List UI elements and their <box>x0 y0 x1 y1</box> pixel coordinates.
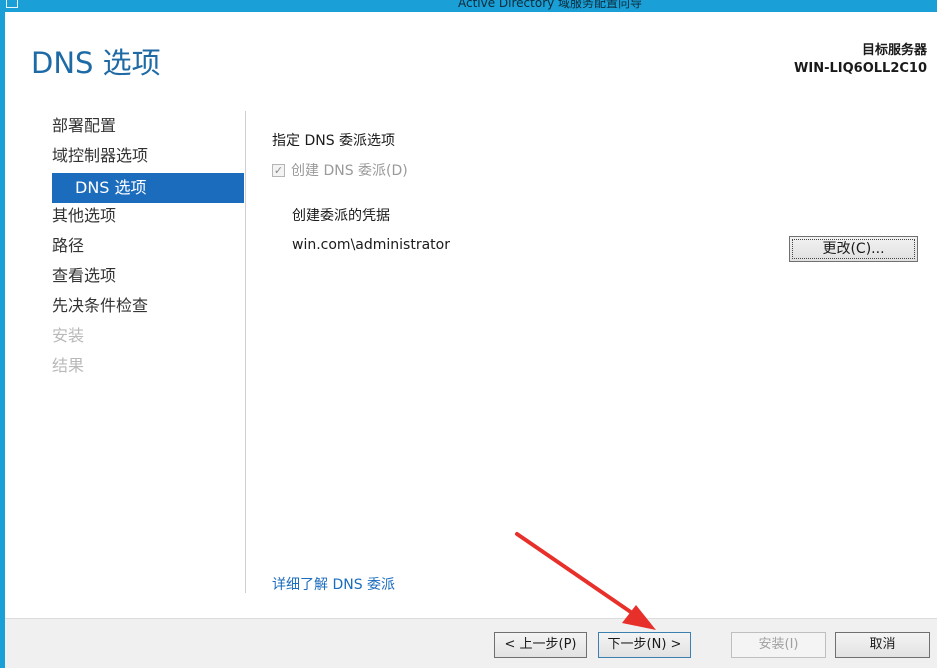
window-left-border <box>0 12 5 668</box>
previous-button[interactable]: < 上一步(P) <box>494 632 587 658</box>
nav-item-results: 结果 <box>52 356 85 375</box>
nav-item-additional-options[interactable]: 其他选项 <box>52 203 244 233</box>
nav-item-installation: 安装 <box>52 326 85 345</box>
window-title: Active Directory 域服务配置向导 <box>458 0 643 10</box>
nav-item-deployment-config[interactable]: 部署配置 <box>52 113 244 143</box>
create-dns-delegation-label: 创建 DNS 委派(D) <box>291 163 408 179</box>
nav-item-prerequisites-check[interactable]: 先决条件检查 <box>52 293 244 323</box>
wizard-nav: 部署配置 域控制器选项 DNS 选项 其他选项 路径 查看选项 先决条件检查 安… <box>52 113 244 383</box>
section-label: 指定 DNS 委派选项 <box>272 133 396 149</box>
target-server-info: 目标服务器 WIN-LIQ6OLL2C10 <box>794 42 927 78</box>
learn-more-dns-delegation-link[interactable]: 详细了解 DNS 委派 <box>272 574 395 594</box>
target-server-label: 目标服务器 <box>861 43 927 58</box>
nav-item-dns-options[interactable]: DNS 选项 <box>52 173 244 203</box>
target-server-name: WIN-LIQ6OLL2C10 <box>794 61 927 76</box>
next-button[interactable]: 下一步(N) > <box>598 632 691 658</box>
cancel-button[interactable]: 取消 <box>835 632 930 658</box>
app-icon <box>6 0 18 8</box>
credentials-label: 创建委派的凭据 <box>292 208 390 224</box>
nav-item-dc-options[interactable]: 域控制器选项 <box>52 143 244 173</box>
change-credentials-button[interactable]: 更改(C)... <box>789 236 918 262</box>
wizard-window: Active Directory 域服务配置向导 DNS 选项 目标服务器 WI… <box>0 0 937 668</box>
install-button: 安装(I) <box>731 632 826 658</box>
nav-item-paths[interactable]: 路径 <box>52 233 244 263</box>
page-title: DNS 选项 <box>31 46 161 80</box>
nav-item-review-options[interactable]: 查看选项 <box>52 263 244 293</box>
title-bar: Active Directory 域服务配置向导 <box>0 0 937 12</box>
credentials-value: win.com\administrator <box>292 237 450 253</box>
nav-divider <box>245 111 246 593</box>
wizard-footer: < 上一步(P) 下一步(N) > 安装(I) 取消 <box>5 618 937 668</box>
create-dns-delegation-row: ✓ 创建 DNS 委派(D) <box>272 160 408 180</box>
create-dns-delegation-checkbox: ✓ <box>272 163 285 177</box>
